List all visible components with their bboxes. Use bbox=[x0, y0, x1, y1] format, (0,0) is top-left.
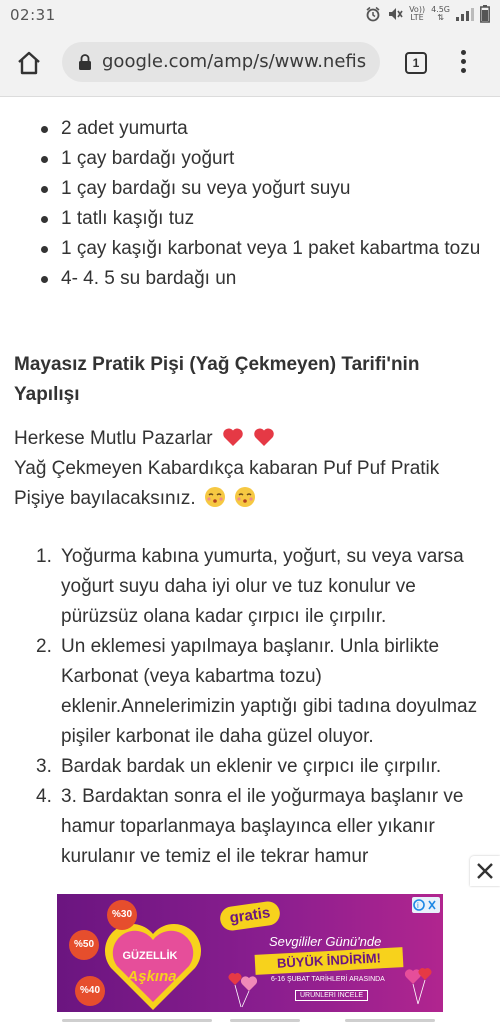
adchoices-icon[interactable]: i bbox=[412, 897, 440, 913]
discount-badge: %40 bbox=[75, 976, 105, 1006]
ad-banner-area: i gratis GÜZELLİK Aşkına %30 %50 %40 Sev… bbox=[0, 888, 500, 1027]
list-item: 1 çay bardağı su veya yoğurt suyu bbox=[0, 174, 500, 204]
list-item: 4- 4. 5 su bardağı un bbox=[0, 264, 500, 294]
heart-balloons-icon bbox=[228, 973, 257, 1008]
article-content: 2 adet yumurta 1 çay bardağı yoğurt 1 ça… bbox=[0, 96, 500, 888]
status-time: 02:31 bbox=[10, 6, 56, 24]
svg-text:i: i bbox=[417, 901, 419, 910]
ad-headline: Sevgililer Günü'nde bbox=[269, 934, 382, 949]
kissing-face-emoji-icon bbox=[204, 487, 225, 507]
discount-badge: %50 bbox=[69, 930, 99, 960]
more-options-icon[interactable] bbox=[458, 50, 468, 76]
status-icons: Vo)) LTE 4.5G ⇅ bbox=[365, 5, 490, 23]
lock-icon bbox=[79, 54, 91, 70]
home-button[interactable] bbox=[14, 48, 44, 78]
list-item: 1 çay bardağı yoğurt bbox=[0, 144, 500, 174]
intro-text: Herkese Mutlu Pazarlar Yağ Çekmeyen Kaba… bbox=[14, 424, 484, 514]
heart-emoji-icon bbox=[223, 428, 243, 446]
list-item: 1 çay kaşığı karbonat veya 1 paket kabar… bbox=[0, 234, 500, 264]
list-item: 4. 3. Bardaktan sonra el ile yoğurmaya ba… bbox=[36, 786, 464, 867]
alarm-icon bbox=[366, 6, 380, 22]
battery-icon bbox=[480, 5, 490, 23]
volte-indicator: Vo)) LTE bbox=[409, 5, 426, 22]
list-item: 2. Un eklemesi yapılmaya başlanır. Unla b… bbox=[36, 636, 478, 747]
steps-list: 1. Yoğurma kabına yumurta, yoğurt, su vey… bbox=[0, 542, 500, 872]
discount-badge: %30 bbox=[107, 900, 137, 930]
ingredients-list: 2 adet yumurta 1 çay bardağı yoğurt 1 ça… bbox=[0, 114, 500, 294]
status-bar: 02:31 Vo)) LTE 4.5G ⇅ bbox=[0, 0, 500, 30]
heart-emoji-icon bbox=[254, 428, 274, 446]
tab-switcher-button[interactable]: 1 bbox=[405, 52, 427, 74]
ad-promo: BÜYÜK İNDİRİM! bbox=[254, 947, 404, 975]
mute-icon bbox=[389, 8, 403, 20]
brand-logo: gratis bbox=[218, 899, 282, 933]
ad-dates: 6-16 ŞUBAT TARİHLERİ ARASINDA bbox=[271, 976, 385, 983]
list-item: 3. Bardak bardak un eklenir ve çırpıcı il… bbox=[36, 756, 442, 777]
address-bar[interactable]: google.com/amp/s/www.nefis bbox=[62, 42, 380, 82]
network-type: 4.5G ⇅ bbox=[431, 5, 450, 22]
intro-line-2: Yağ Çekmeyen Kabardıkça kabaran Puf Puf … bbox=[14, 458, 440, 509]
signal-icon bbox=[456, 8, 474, 21]
kissing-face-emoji-icon bbox=[235, 487, 256, 507]
home-icon bbox=[18, 51, 40, 75]
intro-line-1: Herkese Mutlu Pazarlar bbox=[14, 428, 213, 449]
ad-cta-button: ÜRÜNLERİ İNCELE bbox=[295, 990, 369, 1001]
ad-left-title: GÜZELLİK bbox=[122, 950, 178, 962]
ad-close-button[interactable] bbox=[470, 856, 500, 886]
list-item: 1 tatlı kaşığı tuz bbox=[0, 204, 500, 234]
section-heading: Mayasız Pratik Pişi (Yağ Çekmeyen) Tarif… bbox=[14, 354, 420, 405]
url-text: google.com/amp/s/www.nefis bbox=[102, 51, 367, 72]
list-item: 1. Yoğurma kabına yumurta, yoğurt, su vey… bbox=[36, 546, 464, 627]
ad-left-subtitle: Aşkına bbox=[127, 968, 177, 985]
browser-toolbar: google.com/amp/s/www.nefis 1 bbox=[0, 30, 500, 97]
close-icon bbox=[477, 863, 493, 879]
ad-banner[interactable]: i gratis GÜZELLİK Aşkına %30 %50 %40 Sev… bbox=[57, 894, 443, 1012]
heart-graphic bbox=[104, 923, 202, 1010]
list-item: 2 adet yumurta bbox=[0, 114, 500, 144]
heart-balloons-icon bbox=[404, 968, 432, 1005]
navigation-indicator bbox=[0, 1016, 500, 1027]
